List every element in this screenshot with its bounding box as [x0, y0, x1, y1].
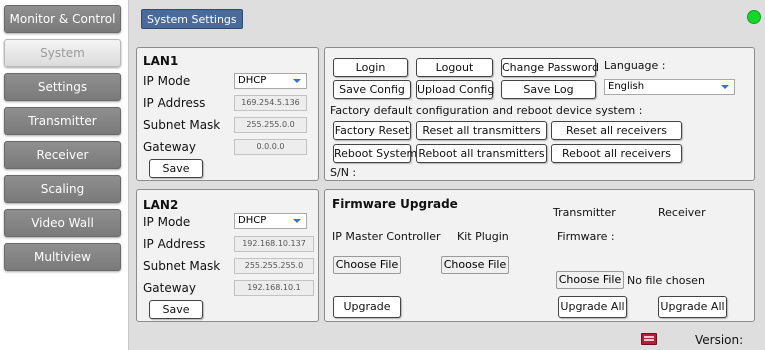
lan1-ip-address-label: IP Address	[143, 96, 206, 110]
reboot-all-transmitters-button[interactable]: Reboot all transmitters	[416, 144, 547, 163]
lan2-ip-address-field: 192.168.10.137	[234, 236, 314, 252]
ip-master-controller-label: IP Master Controller	[332, 230, 441, 243]
serial-number-label: S/N :	[330, 166, 357, 179]
chevron-down-icon	[293, 79, 301, 83]
system-actions-panel: Login Logout Change Password Language : …	[324, 47, 755, 181]
main-content: System Settings LAN1 IP Mode DHCP IP Add…	[128, 0, 765, 350]
upload-config-button[interactable]: Upload Config	[416, 80, 494, 99]
lan2-subnet-mask-label: Subnet Mask	[143, 259, 221, 273]
lan2-ip-mode-value: DHCP	[238, 215, 267, 226]
sidebar-item-settings[interactable]: Settings	[4, 73, 121, 101]
firmware-upgrade-panel: Firmware Upgrade Transmitter Receiver IP…	[324, 189, 755, 322]
lan1-panel: LAN1 IP Mode DHCP IP Address 169.254.5.1…	[136, 47, 319, 181]
ip-master-choose-file-button[interactable]: Choose File	[333, 256, 401, 274]
chevron-down-icon	[721, 85, 729, 89]
lan1-ip-mode-label: IP Mode	[143, 74, 191, 88]
reset-all-receivers-button[interactable]: Reset all receivers	[551, 121, 682, 140]
kit-plugin-choose-file-button[interactable]: Choose File	[441, 256, 509, 274]
sidebar-item-system[interactable]: System	[4, 39, 121, 67]
sidebar-item-multiview[interactable]: Multiview	[4, 243, 121, 271]
reset-all-transmitters-button[interactable]: Reset all transmitters	[416, 121, 547, 140]
lan2-gateway-field: 192.168.10.1	[234, 280, 314, 296]
login-button[interactable]: Login	[333, 58, 408, 77]
lan2-save-button[interactable]: Save	[149, 300, 203, 319]
upgrade-button[interactable]: Upgrade	[333, 296, 401, 318]
receiver-column-label: Receiver	[658, 206, 706, 219]
reboot-all-receivers-button[interactable]: Reboot all receivers	[551, 144, 682, 163]
lan1-ip-mode-select[interactable]: DHCP	[234, 73, 307, 89]
lan1-title: LAN1	[143, 54, 179, 68]
sidebar-item-transmitter[interactable]: Transmitter	[4, 107, 121, 135]
page-title: System Settings	[141, 9, 243, 29]
save-config-button[interactable]: Save Config	[333, 80, 411, 99]
lan1-save-button[interactable]: Save	[149, 159, 203, 178]
language-value: English	[608, 81, 645, 92]
language-select[interactable]: English	[604, 79, 735, 95]
firmware-upgrade-title: Firmware Upgrade	[332, 197, 458, 211]
lan2-ip-address-label: IP Address	[143, 237, 206, 251]
lan1-gateway-field: 0.0.0.0	[234, 139, 307, 155]
upgrade-all-transmitters-button[interactable]: Upgrade All	[558, 296, 627, 318]
sidebar-item-scaling[interactable]: Scaling	[4, 175, 121, 203]
kit-plugin-label: Kit Plugin	[457, 230, 509, 243]
save-log-button[interactable]: Save Log	[501, 80, 596, 99]
lan2-ip-mode-select[interactable]: DHCP	[234, 213, 307, 229]
lan1-ip-mode-value: DHCP	[238, 75, 267, 86]
sidebar-item-video-wall[interactable]: Video Wall	[4, 209, 121, 237]
firmware-label: Firmware :	[557, 230, 615, 243]
lan2-title: LAN2	[143, 198, 179, 212]
sidebar-item-monitor-control[interactable]: Monitor & Control	[4, 5, 121, 33]
sidebar-nav: Monitor & Control System Settings Transm…	[0, 0, 124, 350]
factory-default-text: Factory default configuration and reboot…	[330, 104, 643, 117]
change-password-button[interactable]: Change Password	[501, 58, 599, 77]
lan1-subnet-mask-field: 255.255.0.0	[234, 117, 307, 133]
version-label: Version:	[695, 333, 744, 347]
upgrade-all-receivers-button[interactable]: Upgrade All	[658, 296, 727, 318]
lan1-ip-address-field: 169.254.5.136	[234, 95, 307, 111]
factory-reset-button[interactable]: Factory Reset	[333, 121, 411, 140]
chevron-down-icon	[293, 219, 301, 223]
lan2-subnet-mask-field: 255.255.255.0	[234, 258, 314, 274]
lan2-gateway-label: Gateway	[143, 281, 197, 295]
status-indicator	[747, 10, 761, 24]
lan1-subnet-mask-label: Subnet Mask	[143, 118, 221, 132]
keyboard-icon[interactable]	[641, 333, 657, 345]
device-firmware-choose-file-button[interactable]: Choose File	[556, 271, 624, 289]
logout-button[interactable]: Logout	[416, 58, 493, 77]
reboot-system-button[interactable]: Reboot System	[333, 144, 417, 163]
lan2-ip-mode-label: IP Mode	[143, 215, 191, 229]
lan2-panel: LAN2 IP Mode DHCP IP Address 192.168.10.…	[136, 189, 319, 322]
lan1-gateway-label: Gateway	[143, 140, 197, 154]
transmitter-column-label: Transmitter	[553, 206, 616, 219]
sidebar-item-receiver[interactable]: Receiver	[4, 141, 121, 169]
language-label: Language :	[604, 59, 666, 72]
no-file-chosen-text: No file chosen	[627, 274, 705, 287]
